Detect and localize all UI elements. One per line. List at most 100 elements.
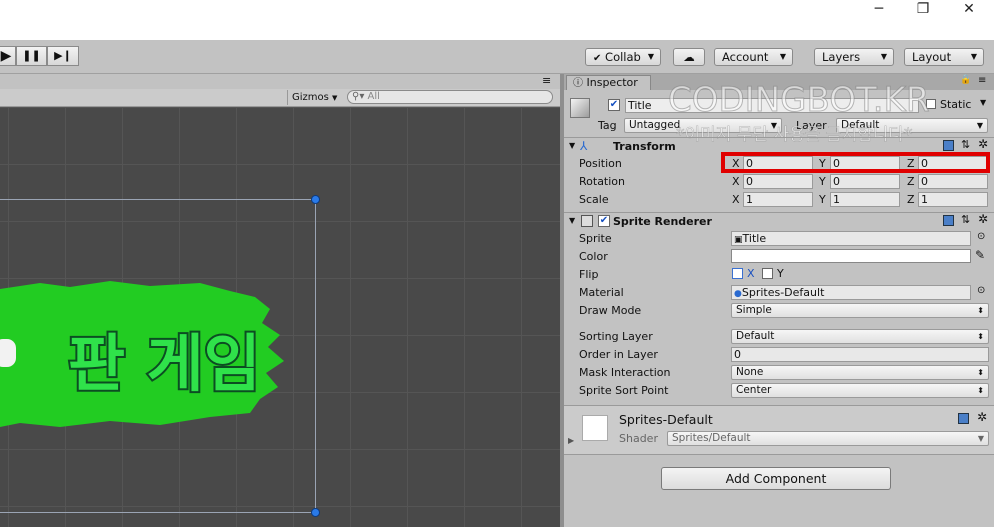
restore-button[interactable]: ❐	[900, 0, 946, 18]
scene-header: Gizmos ▼ ⚲▾ All	[0, 89, 560, 107]
help-book-icon[interactable]	[943, 140, 954, 151]
scene-search-input[interactable]: ⚲▾ All	[347, 90, 553, 104]
flip-y-checkbox[interactable]	[762, 268, 773, 279]
account-button[interactable]: Account ▼	[714, 48, 793, 66]
inspector-panel: ⓘ Inspector 🔒 ≡ ✔ Title Static ▼ Tag Unt…	[564, 74, 994, 527]
rotation-label: Rotation	[579, 175, 626, 188]
chevron-down-icon: ▼	[880, 52, 887, 61]
object-picker-icon[interactable]: ⊙	[977, 231, 985, 242]
play-button[interactable]: ▶	[0, 46, 16, 66]
draw-mode-value: Simple	[736, 304, 772, 316]
shader-label: Shader	[619, 432, 658, 445]
foldout-arrow-icon[interactable]: ▼	[569, 216, 575, 225]
preset-icon[interactable]: ⇅	[961, 213, 970, 226]
active-checkbox[interactable]: ✔	[608, 99, 620, 111]
gear-icon[interactable]: ✲	[977, 410, 987, 424]
color-swatch-field[interactable]	[731, 249, 971, 263]
material-object-field[interactable]: ●Sprites-Default	[731, 285, 971, 300]
updown-arrow-icon: ⬍	[977, 368, 984, 377]
sorting-layer-dropdown[interactable]: Default ⬍	[731, 329, 989, 344]
updown-arrow-icon: ⬍	[977, 386, 984, 395]
account-label: Account	[722, 50, 769, 64]
gear-icon[interactable]: ✲	[978, 212, 988, 226]
collab-button[interactable]: ✔ Collab ▼	[585, 48, 661, 66]
sprite-sort-point-label: Sprite Sort Point	[579, 384, 669, 397]
rect-handle-top-right[interactable]	[311, 195, 320, 204]
foldout-arrow-icon[interactable]: ▼	[569, 141, 575, 150]
preset-icon[interactable]: ⇅	[961, 138, 970, 151]
close-button[interactable]: ✕	[946, 0, 992, 18]
scene-view[interactable]: 판 게임	[0, 107, 560, 527]
rotation-z-field[interactable]: 0	[918, 174, 988, 189]
flip-x-label: X	[747, 267, 755, 280]
step-button[interactable]: ▶❙	[47, 46, 79, 66]
minimize-button[interactable]: ─	[856, 0, 902, 18]
eyedropper-icon[interactable]: ✎	[975, 248, 985, 262]
sprite-text: 판 게임	[68, 327, 261, 400]
rotation-y-field[interactable]: 0	[830, 174, 900, 189]
layers-label: Layers	[822, 50, 861, 64]
title-sprite[interactable]: 판 게임	[0, 277, 300, 442]
camera-gizmo-icon[interactable]	[0, 339, 16, 367]
gizmos-label: Gizmos	[292, 92, 329, 103]
scale-y-field[interactable]: 1	[830, 192, 900, 207]
layout-button[interactable]: Layout ▼	[904, 48, 984, 66]
updown-arrow-icon: ⬍	[977, 306, 984, 315]
help-book-icon[interactable]	[958, 413, 969, 424]
mask-interaction-label: Mask Interaction	[579, 366, 671, 379]
component-enabled-checkbox[interactable]: ✔	[598, 215, 610, 227]
tab-label: Inspector	[586, 76, 638, 89]
chevron-down-icon: ▼	[976, 121, 983, 130]
rect-handle-bottom-right[interactable]	[311, 508, 320, 517]
sprite-asset-icon: ▣	[734, 235, 743, 245]
shader-dropdown[interactable]: Sprites/Default ▼	[667, 431, 989, 446]
flip-x-checkbox[interactable]	[732, 268, 743, 279]
scale-label: Scale	[579, 193, 609, 206]
layers-button[interactable]: Layers ▼	[814, 48, 894, 66]
flip-y-label: Y	[777, 267, 784, 280]
gameobject-cube-icon	[570, 98, 590, 118]
tab-inspector[interactable]: ⓘ Inspector	[566, 75, 651, 90]
material-name: Sprites-Default	[619, 412, 713, 427]
rotation-x-field[interactable]: 0	[743, 174, 813, 189]
chevron-down-icon: ▼	[779, 52, 786, 61]
search-placeholder: All	[367, 91, 380, 102]
panel-menu-icon[interactable]: ≡	[978, 75, 986, 86]
tag-value: Untagged	[629, 119, 681, 131]
cloud-button[interactable]: ☁	[673, 48, 705, 66]
pause-button[interactable]: ❚❚	[16, 46, 47, 66]
object-picker-icon[interactable]: ⊙	[977, 285, 985, 296]
static-label: Static	[940, 98, 972, 111]
sprite-sort-point-dropdown[interactable]: Center ⬍	[731, 383, 989, 398]
tag-label: Tag	[598, 119, 617, 132]
shader-value: Sprites/Default	[672, 432, 751, 444]
foldout-arrow-icon[interactable]: ▶	[568, 436, 574, 445]
position-label: Position	[579, 157, 622, 170]
gear-icon[interactable]: ✲	[978, 137, 988, 151]
order-in-layer-field[interactable]: 0	[731, 347, 989, 362]
axis-z-label: Z	[907, 175, 915, 188]
divider	[564, 212, 994, 213]
chevron-down-icon[interactable]: ▼	[980, 98, 986, 107]
gizmos-dropdown[interactable]: Gizmos ▼	[287, 90, 337, 105]
order-in-layer-label: Order in Layer	[579, 348, 658, 361]
divider	[564, 454, 994, 455]
chevron-down-icon: ▼	[977, 434, 984, 443]
scale-z-field[interactable]: 1	[918, 192, 988, 207]
draw-mode-label: Draw Mode	[579, 304, 642, 317]
add-component-button[interactable]: Add Component	[661, 467, 891, 490]
layout-label: Layout	[912, 50, 952, 64]
transform-title: Transform	[613, 140, 676, 153]
help-book-icon[interactable]	[943, 215, 954, 226]
scale-x-field[interactable]: 1	[743, 192, 813, 207]
axis-x-label: X	[732, 175, 740, 188]
lock-icon[interactable]: 🔒	[960, 75, 971, 85]
divider	[564, 137, 994, 138]
scene-tab-strip: ≡	[0, 74, 560, 89]
sprite-object-field[interactable]: ▣Title	[731, 231, 971, 246]
panel-menu-icon[interactable]: ≡	[542, 74, 551, 87]
mask-interaction-dropdown[interactable]: None ⬍	[731, 365, 989, 380]
material-label: Material	[579, 286, 624, 299]
draw-mode-dropdown[interactable]: Simple ⬍	[731, 303, 989, 318]
sorting-layer-value: Default	[736, 330, 775, 342]
